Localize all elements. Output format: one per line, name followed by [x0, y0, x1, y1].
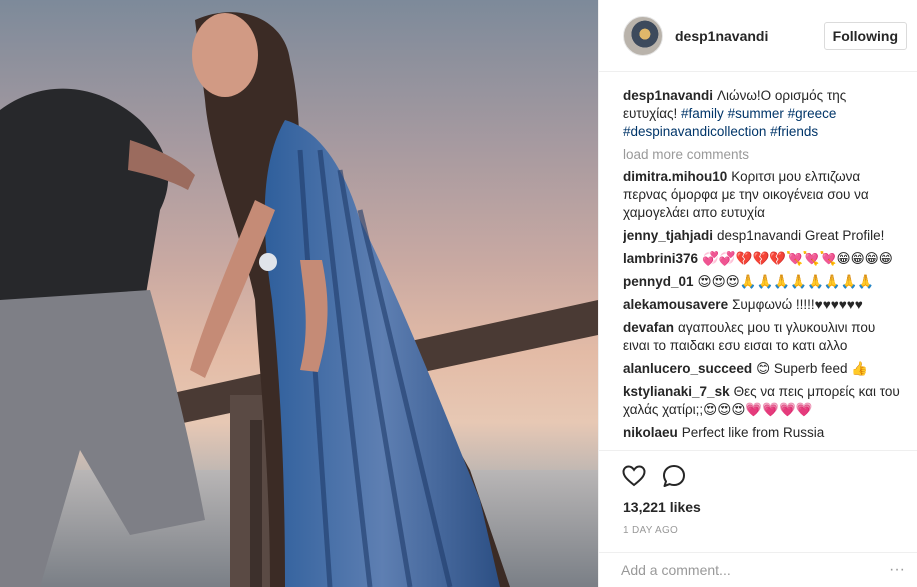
- heart-outline-icon[interactable]: [621, 463, 647, 489]
- header-username[interactable]: desp1navandi: [675, 28, 824, 44]
- likes-count[interactable]: 13,221 likes: [623, 499, 701, 515]
- comment-item: alanlucero_succeed 😊 Superb feed 👍: [623, 360, 903, 378]
- comment-text: Συμφωνώ !!!!!♥♥♥♥♥♥: [732, 297, 863, 312]
- comment-username[interactable]: kstylianaki_7_sk: [623, 384, 730, 399]
- comment-username[interactable]: dimitra.mihou10: [623, 169, 727, 184]
- post-view: desp1navandi Following desp1navandi Λιώνω…: [0, 0, 917, 587]
- post-side-panel: desp1navandi Following desp1navandi Λιώνω…: [598, 0, 917, 587]
- post-header: desp1navandi Following: [599, 0, 917, 72]
- comment-username[interactable]: nikolaeu: [623, 425, 678, 440]
- add-comment-input[interactable]: [621, 562, 885, 578]
- comment-item: lambrini376 💞💞💔💔💔💘💘💘😁😁😁😁: [623, 250, 903, 268]
- comment-text: 😍😍😍🙏🙏🙏🙏🙏🙏🙏🙏: [697, 274, 875, 289]
- comment-username[interactable]: alanlucero_succeed: [623, 361, 752, 376]
- comment-item: nikolaeu Perfect like from Russia: [623, 424, 903, 442]
- comment-item: pennyd_01 😍😍😍🙏🙏🙏🙏🙏🙏🙏🙏: [623, 273, 903, 291]
- comment-username[interactable]: pennyd_01: [623, 274, 694, 289]
- load-more-comments-link[interactable]: load more comments: [623, 146, 903, 164]
- hashtag-summer[interactable]: #summer: [728, 106, 784, 121]
- avatar[interactable]: [623, 15, 663, 56]
- comment-item: dimitra.mihou10 Κοριτσι μου ελπιζωνα περν…: [623, 168, 903, 222]
- comment-text: 😊 Superb feed 👍: [756, 361, 869, 376]
- add-comment-bar: ···: [599, 552, 917, 587]
- comment-item: alekamousavere Συμφωνώ !!!!!♥♥♥♥♥♥: [623, 296, 903, 314]
- action-icons: [599, 451, 917, 489]
- comment-text: desp1navandi Great Profile!: [717, 228, 885, 243]
- comments-list: desp1navandi Λιώνω!Ο ορισμός της ευτυχίας…: [623, 87, 903, 450]
- comment-item: jenny_tjahjadi desp1navandi Great Profile…: [623, 227, 903, 245]
- comment-username[interactable]: alekamousavere: [623, 297, 728, 312]
- hashtag-family[interactable]: #family: [681, 106, 724, 121]
- comment-username[interactable]: lambrini376: [623, 251, 698, 266]
- hashtag-greece[interactable]: #greece: [788, 106, 837, 121]
- ellipsis-icon[interactable]: ···: [885, 561, 905, 579]
- photo-illustration: [0, 12, 598, 587]
- comment-username[interactable]: devafan: [623, 320, 674, 335]
- caption-username[interactable]: desp1navandi: [623, 88, 713, 103]
- speech-bubble-icon[interactable]: [661, 463, 687, 489]
- post-photo[interactable]: [0, 0, 598, 587]
- hashtag-friends[interactable]: #friends: [770, 124, 818, 139]
- comment-text: Perfect like from Russia: [681, 425, 825, 440]
- comment-username[interactable]: jenny_tjahjadi: [623, 228, 713, 243]
- following-button[interactable]: Following: [823, 21, 907, 50]
- comment-item: kstylianaki_7_sk Θες να πεις μπορείς και …: [623, 383, 903, 419]
- comment-text: 💞💞💔💔💔💘💘💘😁😁😁😁: [702, 251, 893, 266]
- comment-item: devafan αγαπουλες μου τι γλυκουλινι που ε…: [623, 319, 903, 355]
- post-timestamp: 1 DAY AGO: [623, 525, 679, 536]
- caption: desp1navandi Λιώνω!Ο ορισμός της ευτυχίας…: [623, 87, 903, 141]
- post-actions: 13,221 likes 1 DAY AGO: [599, 450, 917, 536]
- hashtag-despinavandicollection[interactable]: #despinavandicollection: [623, 124, 766, 139]
